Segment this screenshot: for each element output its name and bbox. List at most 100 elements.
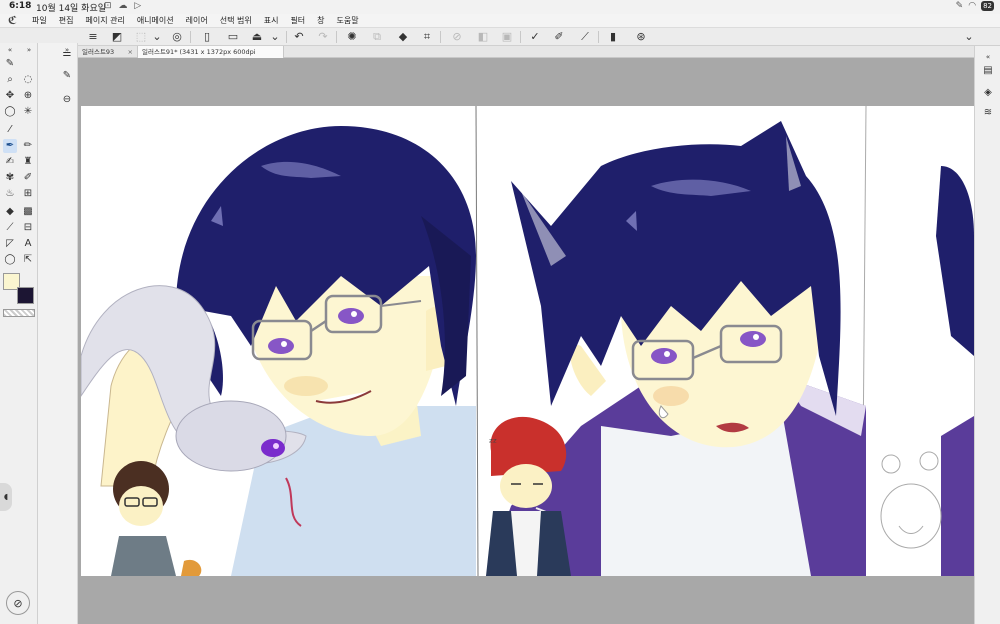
- wifi-icon: ◠: [968, 1, 977, 11]
- export-icon[interactable]: ⏏: [250, 30, 264, 44]
- rotate-view-icon[interactable]: ◌: [21, 73, 35, 87]
- blend-tool-icon[interactable]: ♨: [3, 187, 17, 201]
- sub-tool-settings-icon[interactable]: ⚌: [60, 47, 74, 61]
- tool-property-icon[interactable]: ✎: [60, 69, 74, 83]
- copy-icon[interactable]: ⧉: [370, 30, 384, 44]
- frame-tool-icon[interactable]: ⊟: [21, 221, 35, 235]
- menu-bar: ℭ 파일 편집 페이지 관리 애니메이션 레이어 선택 범위 표시 필터 창 도…: [0, 14, 1000, 28]
- canvas-area[interactable]: ᶻᶻ: [78, 58, 974, 624]
- divider: [190, 31, 191, 43]
- close-icon[interactable]: ×: [128, 46, 133, 58]
- ruler-tool-icon[interactable]: ◸: [3, 237, 17, 251]
- tab-illust91[interactable]: 일러스트91* (3431 x 1372px 600dpi 101.4%)●: [138, 46, 284, 68]
- hamburger-menu-icon[interactable]: ≡: [86, 30, 100, 44]
- eraser-tool-icon[interactable]: ✐: [21, 171, 35, 185]
- transform-icon[interactable]: ⬚: [134, 30, 148, 44]
- app-logo-icon[interactable]: ℭ: [8, 14, 17, 27]
- menu-window[interactable]: 창: [317, 15, 324, 26]
- status-time: 6:18: [9, 1, 32, 11]
- pencil-tool-icon[interactable]: ✏: [21, 139, 35, 153]
- zoom-tool-icon[interactable]: ⌕: [3, 73, 17, 87]
- menu-animation[interactable]: 애니메이션: [137, 15, 174, 26]
- canvas-resize-icon[interactable]: ◩: [110, 30, 124, 44]
- line-tool-icon[interactable]: ⟋: [3, 221, 17, 235]
- fit-view-icon[interactable]: ◎: [170, 30, 184, 44]
- divider: [336, 31, 337, 43]
- tool-palette: « » ✎ ⌕ ◌ ✥ ⊕ ◯ ✳ ⁄ ✒ ✏ ✍ ♜ ✾ ✐ ♨ ⊞ ◆ ▩ …: [0, 43, 38, 624]
- selection-border-icon[interactable]: ▣: [500, 30, 514, 44]
- grid-tool-icon[interactable]: ⊞: [21, 187, 35, 201]
- operation-tool-icon[interactable]: ⊕: [21, 89, 35, 103]
- layers-panel-icon[interactable]: ≋: [981, 106, 995, 120]
- chevron-down-icon[interactable]: ⌄: [150, 30, 164, 44]
- transparent-color-swatch[interactable]: [3, 309, 35, 317]
- right-panel-bar: « ▤ ◈ ≋: [974, 46, 1000, 624]
- side-handle-icon[interactable]: ◖: [0, 483, 12, 511]
- menu-view[interactable]: 표시: [264, 15, 279, 26]
- screen-record-icon: ⊡: [104, 1, 114, 11]
- battery-indicator: 82: [981, 1, 994, 11]
- gradient-tool-icon[interactable]: ▩: [21, 205, 35, 219]
- menu-page-manage[interactable]: 페이지 관리: [85, 15, 124, 26]
- menu-file[interactable]: 파일: [32, 15, 47, 26]
- vector-pen-icon[interactable]: ✓: [528, 30, 542, 44]
- modifier-key-icon[interactable]: ⊘: [6, 591, 30, 615]
- pencil-status-icon: ✎: [955, 1, 964, 11]
- deselect-icon[interactable]: ⊘: [450, 30, 464, 44]
- correct-line-icon[interactable]: ⇱: [21, 253, 35, 267]
- divider: [520, 31, 521, 43]
- divider: [440, 31, 441, 43]
- divider: [598, 31, 599, 43]
- redo-icon[interactable]: ↷: [316, 30, 330, 44]
- brush-tool-icon[interactable]: ✍: [3, 155, 17, 169]
- navigator-panel-icon[interactable]: ▤: [981, 64, 995, 78]
- status-date: 10월 14일 화요일: [36, 4, 107, 14]
- collapse-arrows-icon[interactable]: «: [3, 43, 17, 57]
- system-status-bar: 6:18 10월 14일 화요일 ⊡ ☁ ▷ ✎ ◠ 82: [0, 0, 1000, 14]
- menu-layer[interactable]: 레이어: [186, 15, 208, 26]
- menu-filter[interactable]: 필터: [290, 15, 305, 26]
- menu-items: 파일 편집 페이지 관리 애니메이션 레이어 선택 범위 표시 필터 창 도움말: [32, 15, 359, 26]
- document-tab-bar: 일러스트93 × 일러스트91* (3431 x 1372px 600dpi 1…: [78, 46, 974, 68]
- invert-selection-icon[interactable]: ◧: [476, 30, 490, 44]
- brush-icon[interactable]: ✐: [552, 30, 566, 44]
- layer-property-icon[interactable]: ◈: [981, 86, 995, 100]
- companion-icon[interactable]: ⊛: [634, 30, 648, 44]
- collapse-arrows-icon[interactable]: «: [981, 50, 995, 64]
- device-icon[interactable]: ▮: [606, 30, 620, 44]
- menu-edit[interactable]: 편집: [59, 15, 74, 26]
- artwork-canvas[interactable]: ᶻᶻ: [81, 106, 974, 576]
- brush-size-icon[interactable]: ⊖: [60, 93, 74, 107]
- pen-small-icon[interactable]: ✎: [3, 57, 17, 71]
- menu-selection[interactable]: 선택 범위: [220, 15, 252, 26]
- fill-tool-icon[interactable]: ◆: [3, 205, 17, 219]
- lasso-tool-icon[interactable]: ◯: [3, 105, 17, 119]
- tab-label: 일러스트93: [82, 48, 115, 56]
- magic-wand-icon[interactable]: ✳: [21, 105, 35, 119]
- undo-icon[interactable]: ↶: [292, 30, 306, 44]
- text-tool-icon[interactable]: A: [21, 237, 35, 251]
- sub-color-swatch[interactable]: [17, 287, 34, 304]
- menu-help[interactable]: 도움말: [337, 15, 359, 26]
- move-tool-icon[interactable]: ✥: [3, 89, 17, 103]
- decoration-tool-icon[interactable]: ✾: [3, 171, 17, 185]
- status-app-icons: ⊡ ☁ ▷: [104, 1, 143, 11]
- crop-icon[interactable]: ⌗: [420, 30, 434, 44]
- fill-icon[interactable]: ◆: [396, 30, 410, 44]
- chevron-down-icon[interactable]: ⌄: [268, 30, 282, 44]
- pen-tool-icon[interactable]: ✒: [3, 139, 17, 153]
- settings-icon[interactable]: ✺: [345, 30, 359, 44]
- chevron-down-icon[interactable]: ⌄: [962, 30, 976, 44]
- airbrush-icon[interactable]: ♜: [21, 155, 35, 169]
- anime-illustration: ᶻᶻ: [81, 106, 974, 576]
- new-file-icon[interactable]: ▯: [200, 30, 214, 44]
- sub-tool-palette: » ⚌ ✎ ⊖: [38, 43, 78, 624]
- cloud-icon: ☁: [118, 1, 130, 11]
- ruler-pen-icon[interactable]: ⟋: [578, 30, 592, 44]
- expand-arrows-icon[interactable]: »: [22, 43, 36, 57]
- tab-illust93[interactable]: 일러스트93 ×: [78, 46, 138, 58]
- divider: [286, 31, 287, 43]
- eyedropper-icon[interactable]: ⁄: [3, 123, 17, 137]
- balloon-tool-icon[interactable]: ◯: [3, 253, 17, 267]
- open-folder-icon[interactable]: ▭: [226, 30, 240, 44]
